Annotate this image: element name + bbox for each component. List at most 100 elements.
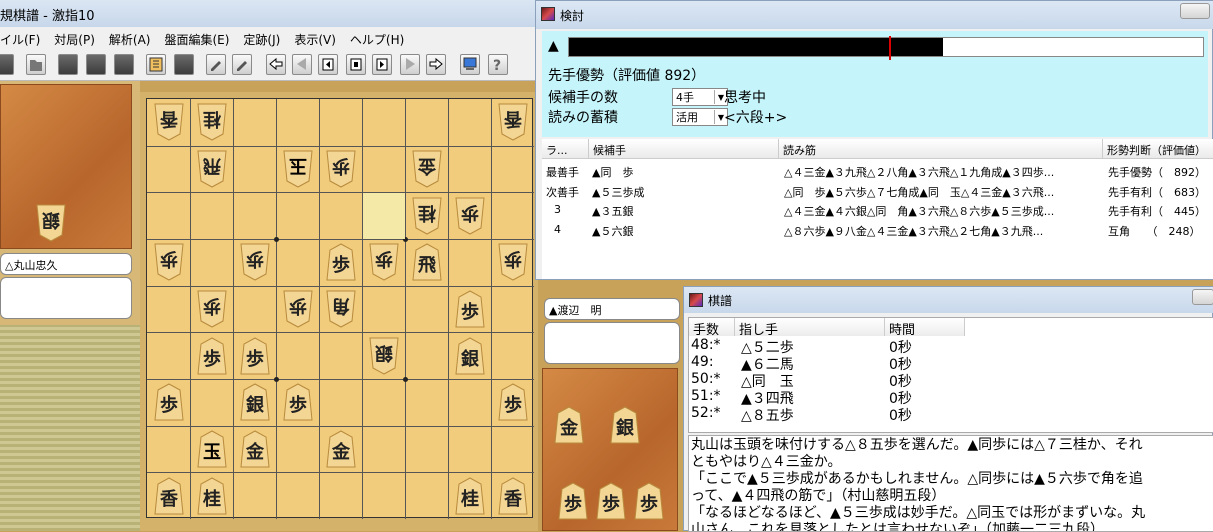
- flip-icon[interactable]: [174, 54, 194, 75]
- kifu-move[interactable]: ▲３四飛: [741, 388, 881, 407]
- kifu-list[interactable]: 手数 指し手 時間 48:* △５二歩 0秒 49: ▲６二馬 0秒 50:* △同 玉 0秒 5…: [688, 317, 1213, 433]
- sente-piece[interactable]: 桂: [196, 476, 228, 516]
- kifu-num[interactable]: 48:*: [691, 337, 735, 354]
- gote-piece[interactable]: 飛: [196, 149, 228, 189]
- menu-joseki[interactable]: 定跡(J): [243, 31, 280, 49]
- close-icon[interactable]: [1180, 3, 1210, 19]
- sente-hand-piece[interactable]: 歩: [633, 481, 665, 521]
- gote-piece[interactable]: 歩: [368, 242, 400, 282]
- menu-help[interactable]: ヘルプ(H): [350, 31, 404, 49]
- candidates-select[interactable]: 4手 ▼: [672, 88, 728, 106]
- gote-piece[interactable]: 桂: [196, 102, 228, 142]
- kifu-num[interactable]: 50:*: [691, 371, 735, 388]
- kifu-move[interactable]: △８五歩: [741, 405, 881, 424]
- sente-piece[interactable]: 歩: [497, 382, 529, 422]
- sente-piece[interactable]: 銀: [454, 336, 486, 376]
- sente-piece[interactable]: 銀: [239, 382, 271, 422]
- col-rank[interactable]: ラ...: [542, 139, 588, 159]
- kifu-col-num[interactable]: 手数: [689, 318, 735, 338]
- gote-piece[interactable]: 香: [497, 102, 529, 142]
- menu-file[interactable]: イル(F): [0, 31, 40, 49]
- gote-piece[interactable]: 銀: [368, 336, 400, 376]
- gote-piece[interactable]: 歩: [454, 196, 486, 236]
- menu-analysis[interactable]: 解析(A): [109, 31, 151, 49]
- gote-piece[interactable]: 歩: [325, 149, 357, 189]
- col-line[interactable]: 読み筋: [778, 139, 1102, 159]
- kifu-time[interactable]: 0秒: [889, 388, 959, 407]
- kifu-time[interactable]: 0秒: [889, 405, 959, 424]
- gote-piece[interactable]: 桂: [411, 196, 443, 236]
- col-move[interactable]: 候補手: [588, 139, 778, 159]
- sente-hand-piece[interactable]: 銀: [609, 405, 641, 445]
- sente-piece[interactable]: 香: [497, 476, 529, 516]
- save-icon[interactable]: [58, 54, 78, 75]
- col-eval[interactable]: 形勢判断（評価値）: [1102, 139, 1213, 159]
- print-icon[interactable]: [86, 54, 106, 75]
- kifu-time[interactable]: 0秒: [889, 354, 959, 373]
- help-icon[interactable]: ?: [488, 54, 508, 75]
- kifu-num[interactable]: 51:*: [691, 388, 735, 405]
- sente-piece[interactable]: 香: [153, 476, 185, 516]
- forward-icon[interactable]: [372, 54, 392, 75]
- edit-icon[interactable]: [206, 54, 226, 75]
- copy-icon[interactable]: [114, 54, 134, 75]
- sente-piece[interactable]: 歩: [153, 382, 185, 422]
- kifu-comment[interactable]: 丸山は玉頭を味付けする△８五歩を選んだ。▲同歩には△７三桂か、それ ともやはり△４…: [688, 435, 1213, 532]
- store-select[interactable]: 活用 ▼: [672, 108, 728, 126]
- kifu-col-move[interactable]: 指し手: [735, 318, 885, 338]
- monitor-icon[interactable]: [460, 54, 480, 75]
- chevron-down-icon: ▼: [713, 90, 724, 104]
- last-move-icon[interactable]: [426, 54, 446, 75]
- sente-piece[interactable]: 歩: [196, 336, 228, 376]
- gote-piece[interactable]: 香: [153, 102, 185, 142]
- open-icon[interactable]: [26, 54, 46, 75]
- kifu-num[interactable]: 49:: [691, 354, 735, 371]
- gote-piece[interactable]: 歩: [153, 242, 185, 282]
- kifu-move[interactable]: △同 玉: [741, 371, 881, 390]
- kifu-time[interactable]: 0秒: [889, 337, 959, 356]
- gote-hand-piece[interactable]: 銀: [35, 203, 67, 243]
- edit2-icon[interactable]: [232, 54, 252, 75]
- sente-piece[interactable]: 歩: [282, 382, 314, 422]
- sente-piece[interactable]: 歩: [454, 289, 486, 329]
- sente-piece[interactable]: 桂: [454, 476, 486, 516]
- gote-piece[interactable]: 歩: [196, 289, 228, 329]
- grid-line: [147, 425, 534, 427]
- gote-piece[interactable]: 玉: [282, 149, 314, 189]
- menu-board-edit[interactable]: 盤面編集(E): [164, 31, 229, 49]
- stop-icon[interactable]: [346, 54, 366, 75]
- sente-piece[interactable]: 飛: [411, 242, 443, 282]
- kifu-move[interactable]: △５二歩: [741, 337, 881, 356]
- menu-game[interactable]: 対局(P): [54, 31, 95, 49]
- sente-hand-piece[interactable]: 歩: [557, 481, 589, 521]
- shogi-board[interactable]: 香桂香飛玉歩金桂歩歩歩歩歩飛歩歩歩角歩歩歩銀銀歩銀歩歩玉金金香桂桂香: [146, 98, 534, 519]
- board-icon[interactable]: [146, 54, 166, 75]
- menu-view[interactable]: 表示(V): [294, 31, 336, 49]
- sente-piece[interactable]: 金: [239, 429, 271, 469]
- candidate-line: △４三金▲３九飛△２八角▲３六飛△１九角成▲３四歩...: [784, 166, 1055, 179]
- new-icon[interactable]: [0, 54, 14, 75]
- svg-text:?: ?: [493, 58, 501, 74]
- kifu-col-time[interactable]: 時間: [885, 318, 965, 338]
- gote-piece[interactable]: 歩: [497, 242, 529, 282]
- kifu-num[interactable]: 52:*: [691, 405, 735, 422]
- forward-many-icon[interactable]: [400, 54, 420, 75]
- sente-piece[interactable]: 歩: [325, 242, 357, 282]
- kifu-move[interactable]: ▲６二馬: [741, 354, 881, 373]
- gote-piece[interactable]: 歩: [239, 242, 271, 282]
- gote-piece[interactable]: 歩: [282, 289, 314, 329]
- minimize-icon[interactable]: [1192, 289, 1213, 305]
- gote-piece[interactable]: 金: [411, 149, 443, 189]
- sente-piece[interactable]: 歩: [239, 336, 271, 376]
- sente-piece[interactable]: 金: [325, 429, 357, 469]
- kifu-time[interactable]: 0秒: [889, 371, 959, 390]
- gote-piece[interactable]: 角: [325, 289, 357, 329]
- back-icon[interactable]: [318, 54, 338, 75]
- first-move-icon[interactable]: [266, 54, 286, 75]
- back-many-icon[interactable]: [292, 54, 312, 75]
- gauge-symbol: ▲: [548, 38, 559, 54]
- analysis-status-panel: ▲ 先手優勢（評価値 892） 候補手の数 4手 ▼ 思考中 読みの蓄積 活用 ▼ …: [542, 31, 1208, 137]
- sente-piece[interactable]: 玉: [196, 429, 228, 469]
- sente-hand-piece[interactable]: 金: [553, 405, 585, 445]
- sente-hand-piece[interactable]: 歩: [595, 481, 627, 521]
